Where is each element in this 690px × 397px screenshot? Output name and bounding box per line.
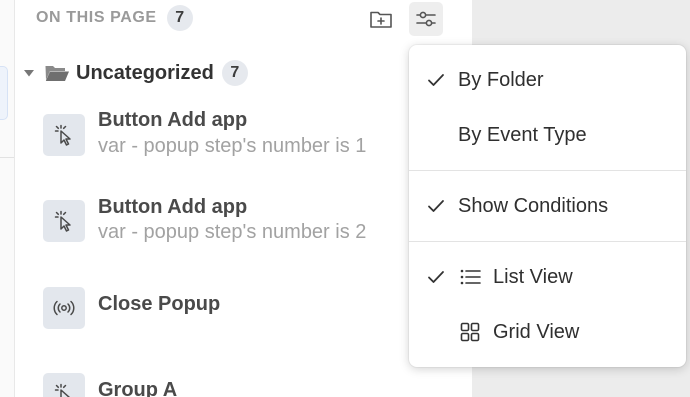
grid-icon [459, 322, 481, 342]
item-condition: var - popup step's number is 2 [98, 221, 367, 243]
menu-item-show-conditions[interactable]: Show Conditions [409, 186, 686, 226]
menu-item-label: By Event Type [458, 123, 587, 146]
broadcast-icon [43, 287, 85, 329]
folder-plus-icon [370, 11, 392, 28]
item-name: Button Add app [98, 196, 248, 218]
menu-item-label: Show Conditions [458, 194, 609, 217]
caret-down-icon[interactable] [22, 68, 36, 78]
workflow-panel: ON THIS PAGE 7 Uncategorized 7 Button Ad… [16, 0, 472, 397]
panel-title: ON THIS PAGE [36, 9, 157, 26]
view-options-menu: By Folder By Event Type Show Conditions … [409, 45, 686, 367]
cursor-click-icon [43, 114, 85, 156]
menu-item-by-event-type[interactable]: By Event Type [409, 115, 686, 155]
sliders-icon [416, 11, 436, 27]
check-icon [428, 200, 444, 212]
list-item[interactable]: Button Add app var - popup step's number… [43, 196, 463, 260]
check-icon [428, 74, 444, 86]
menu-item-grid-view[interactable]: Grid View [409, 312, 686, 352]
editor-left-strip [0, 0, 15, 397]
item-condition: var - popup step's number is 1 [98, 135, 367, 157]
folder-name: Uncategorized [76, 61, 214, 84]
add-folder-button[interactable] [364, 2, 398, 36]
menu-item-label: By Folder [458, 68, 544, 91]
list-item[interactable]: Button Add app var - popup step's number… [43, 109, 463, 174]
divider [0, 157, 14, 158]
cursor-click-icon [43, 373, 85, 397]
panel-header: ON THIS PAGE 7 [36, 4, 193, 32]
menu-divider [409, 170, 686, 171]
folder-count-badge: 7 [221, 60, 248, 86]
menu-item-label: List View [493, 265, 573, 288]
check-icon [428, 271, 444, 283]
menu-divider [409, 241, 686, 242]
list-item[interactable]: Group A [43, 373, 463, 397]
event-count-badge: 7 [166, 5, 193, 31]
item-name: Button Add app [98, 109, 248, 131]
item-name: Group A [98, 379, 178, 397]
view-options-button[interactable] [409, 2, 443, 36]
list-item[interactable]: Close Popup [43, 287, 463, 331]
menu-item-label: Grid View [493, 320, 580, 343]
menu-item-by-folder[interactable]: By Folder [409, 60, 686, 100]
list-icon [459, 267, 481, 287]
item-name: Close Popup [98, 293, 221, 315]
folder-row-uncategorized[interactable]: Uncategorized 7 [22, 58, 248, 88]
selected-tab-indicator[interactable] [0, 66, 8, 120]
cursor-click-icon [43, 200, 85, 242]
folder-open-icon [44, 62, 70, 84]
menu-item-list-view[interactable]: List View [409, 257, 686, 297]
